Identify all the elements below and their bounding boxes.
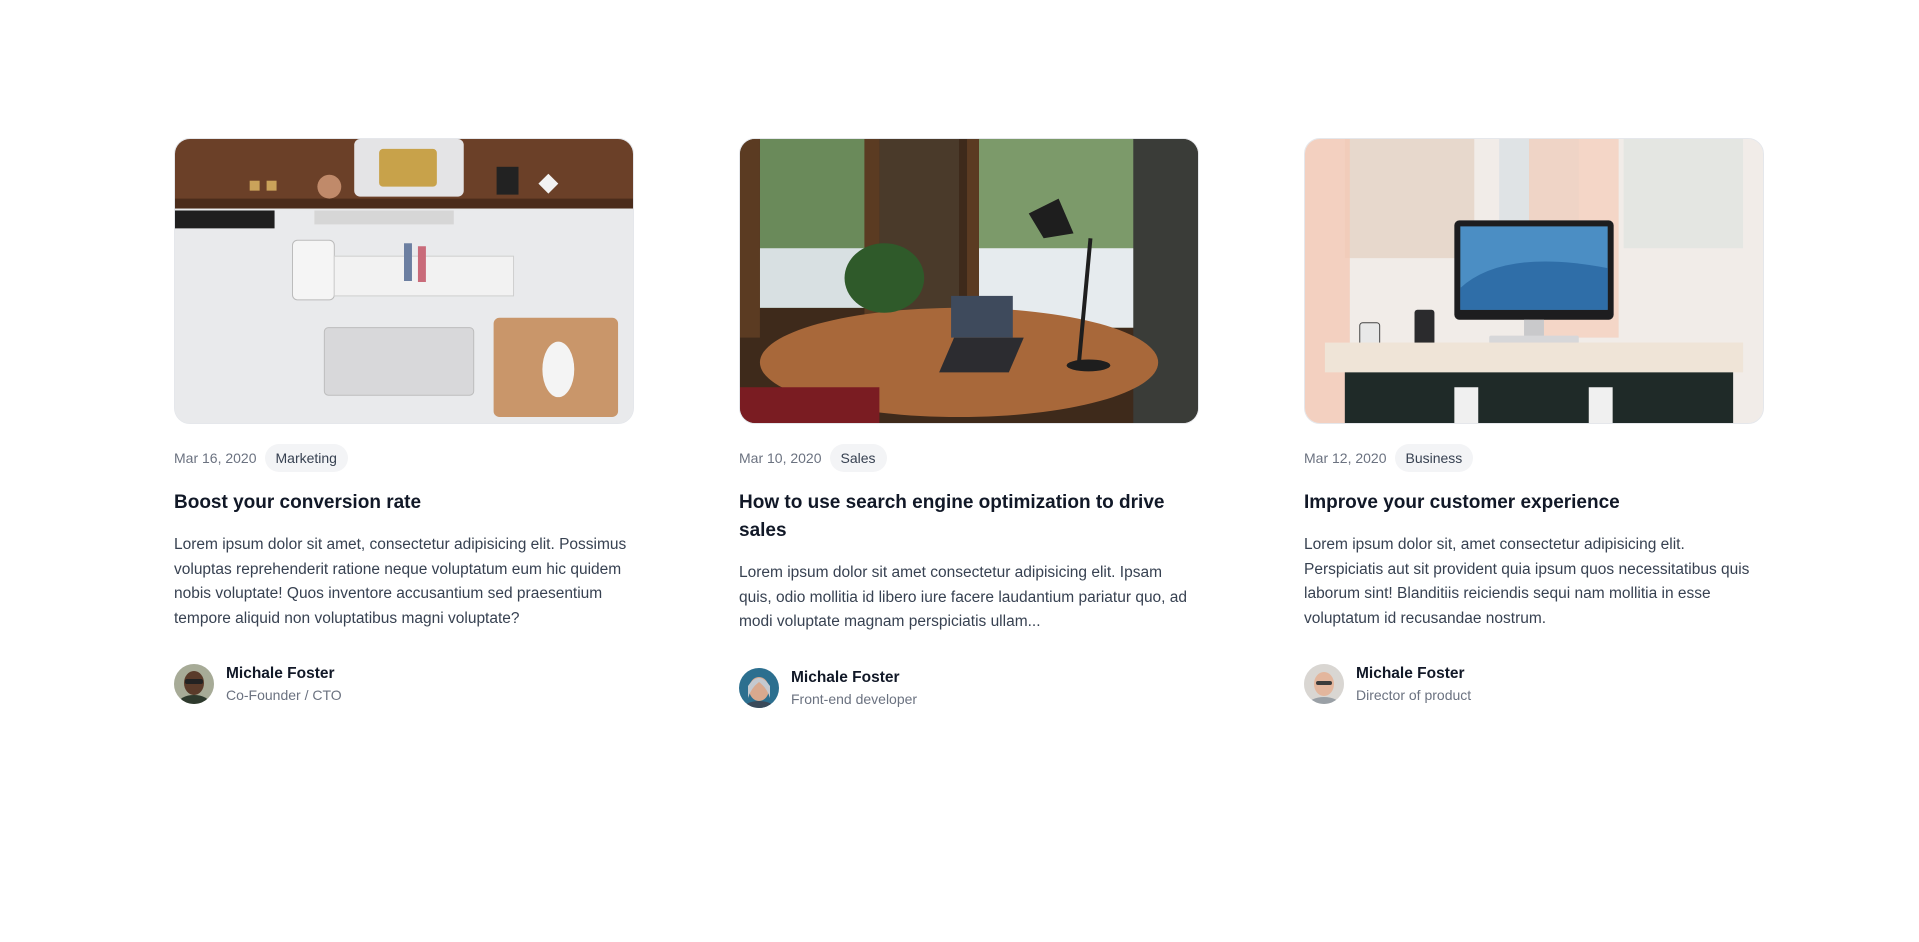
author-avatar-image [174, 664, 214, 704]
author-avatar [739, 667, 779, 708]
author-avatar-image [1304, 664, 1344, 704]
author-role: Director of product [1356, 687, 1472, 703]
post-excerpt: Lorem ipsum dolor sit amet consectetur a… [739, 564, 1188, 630]
post-meta: Mar 10, 2020 Sales [739, 444, 1199, 472]
post-title[interactable]: Boost your conversion rate [174, 489, 634, 517]
author-role: Front-end developer [791, 690, 918, 707]
author-avatar [1304, 664, 1344, 704]
category-badge[interactable]: Business [1394, 444, 1474, 472]
imac-photo-illustration [1305, 139, 1763, 423]
category-badge[interactable]: Marketing [264, 444, 348, 472]
post-image-desk-top-view[interactable] [174, 138, 634, 424]
author-info: Michale Foster Co-Founder / CTO [226, 663, 342, 705]
post-meta: Mar 12, 2020 Business [1304, 444, 1764, 472]
author-name[interactable]: Michale Foster [226, 663, 342, 685]
post-title[interactable]: Improve your customer experience [1304, 489, 1764, 517]
blog-post-grid: Mar 16, 2020 Marketing Boost your conver… [174, 138, 1764, 709]
author-avatar-image [739, 667, 779, 708]
author-avatar [174, 664, 214, 704]
post-image-imac-workspace[interactable] [1304, 138, 1764, 424]
category-badge[interactable]: Sales [829, 444, 887, 472]
post-excerpt: Lorem ipsum dolor sit amet, consectetur … [174, 536, 627, 627]
post-date: Mar 10, 2020 [739, 450, 822, 466]
author-name[interactable]: Michale Foster [791, 667, 917, 689]
post-title[interactable]: How to use search engine optimization to… [739, 489, 1199, 545]
window-photo-illustration [740, 139, 1198, 423]
blog-post-card[interactable]: Mar 12, 2020 Business Improve your custo… [1304, 138, 1764, 709]
post-author: Michale Foster Co-Founder / CTO [174, 663, 634, 705]
post-image-laptop-by-window[interactable] [739, 138, 1199, 424]
post-date: Mar 16, 2020 [174, 450, 257, 466]
post-meta: Mar 16, 2020 Marketing [174, 444, 634, 472]
post-author: Michale Foster Front-end developer [739, 667, 1199, 709]
blog-post-card[interactable]: Mar 10, 2020 Sales How to use search eng… [739, 138, 1199, 709]
author-name[interactable]: Michale Foster [1356, 663, 1471, 685]
post-date: Mar 12, 2020 [1304, 450, 1387, 466]
post-author: Michale Foster Director of product [1304, 663, 1764, 705]
post-excerpt: Lorem ipsum dolor sit, amet consectetur … [1304, 536, 1750, 627]
author-info: Michale Foster Front-end developer [791, 667, 917, 709]
author-role: Co-Founder / CTO [226, 687, 342, 703]
desk-photo-illustration [175, 139, 633, 423]
blog-post-card[interactable]: Mar 16, 2020 Marketing Boost your conver… [174, 138, 634, 709]
author-info: Michale Foster Director of product [1356, 663, 1471, 705]
